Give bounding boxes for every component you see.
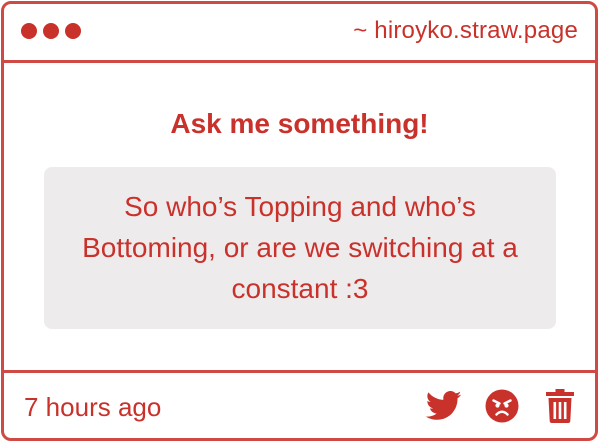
window-dot <box>43 23 59 39</box>
angry-face-icon <box>485 389 519 423</box>
trash-icon <box>546 389 574 423</box>
card-footer: 7 hours ago <box>4 370 595 438</box>
site-url[interactable]: ~ hiroyko.straw.page <box>353 17 578 45</box>
react-button[interactable] <box>484 388 520 424</box>
action-bar <box>426 388 578 424</box>
window-dot <box>21 23 37 39</box>
twitter-share-button[interactable] <box>426 388 462 424</box>
question-text: So who’s Topping and who’s Bottoming, or… <box>44 167 556 329</box>
delete-button[interactable] <box>542 388 578 424</box>
window-dot <box>65 23 81 39</box>
question-card: ~ hiroyko.straw.page Ask me something! S… <box>1 1 598 441</box>
page-title: Ask me something! <box>170 108 429 139</box>
title-bar: ~ hiroyko.straw.page <box>4 4 595 63</box>
window-controls <box>21 23 81 39</box>
twitter-icon <box>426 391 462 420</box>
timestamp: 7 hours ago <box>24 392 162 422</box>
